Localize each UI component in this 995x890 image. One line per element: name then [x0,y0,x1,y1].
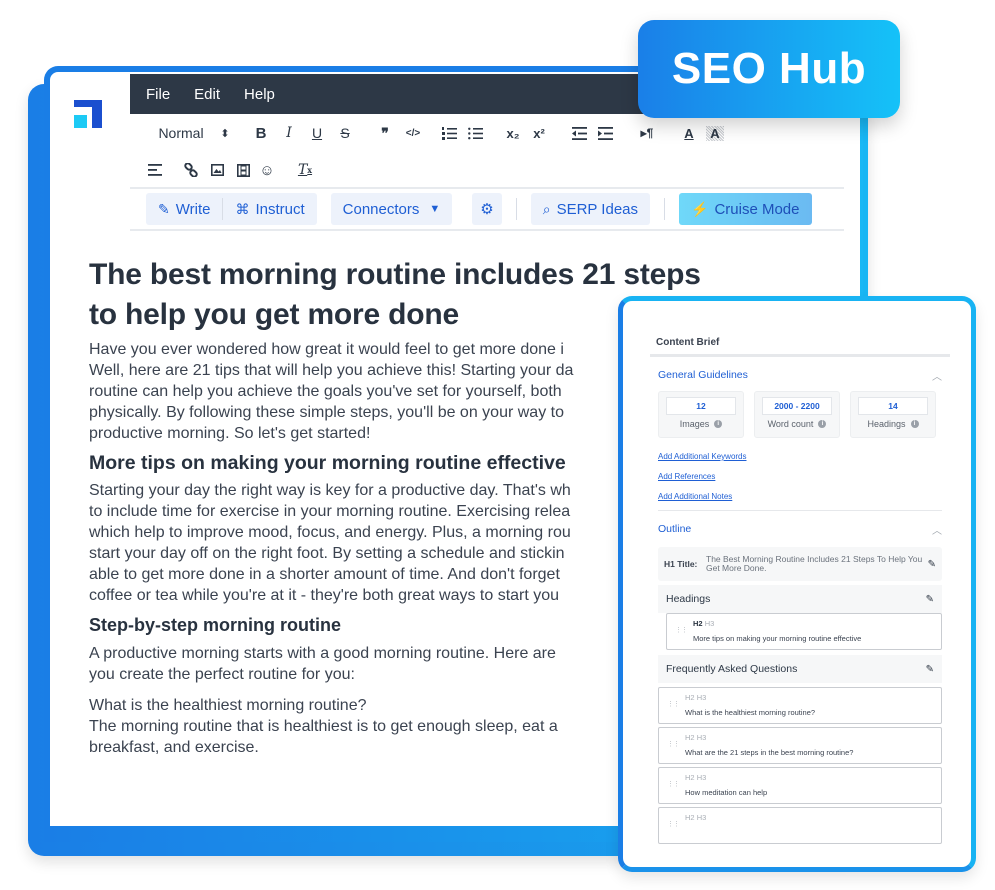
lightning-icon: ⚡ [691,200,709,217]
general-guidelines-toggle[interactable]: General Guidelines ︿ [650,363,950,387]
outdent-icon[interactable] [570,121,588,145]
serp-ideas-button[interactable]: ⌕ SERP Ideas [530,193,651,225]
edit-pencil-icon[interactable]: ✎ [926,594,934,605]
gear-icon: ⚙ [480,201,494,218]
faq-card[interactable]: ⋮⋮ H2 H3 What is the healthiest morning … [658,687,942,724]
content-brief-panel: Content Brief General Guidelines ︿ 12 Im… [618,296,976,872]
drag-handle-icon[interactable]: ⋮⋮ [667,741,680,748]
app-logo [74,100,102,128]
subscript-icon[interactable]: x₂ [504,121,522,145]
info-icon[interactable]: i [910,420,919,428]
font-color-icon[interactable]: A [680,121,698,145]
drag-handle-icon[interactable]: ⋮⋮ [667,701,680,708]
write-instruct-group: ✎ Write ⌘ Instruct [146,193,317,225]
settings-button[interactable]: ⚙ [472,193,502,225]
clear-format-icon[interactable]: Tx [296,158,314,182]
guideline-stats: 12 Images i 2000 - 2200 Word count i 14 He… [650,387,950,438]
outline-toggle[interactable]: Outline ︿ [650,517,950,541]
format-toolbar-row-2: ☺ Tx [146,156,314,184]
faq-header: Frequently Asked Questions ✎ [658,655,942,683]
toolbar-divider [130,187,844,189]
menu-help[interactable]: Help [244,86,275,103]
align-icon[interactable] [146,158,164,182]
intro-paragraph: Have you ever wondered how great it woul… [89,341,574,442]
content-brief-title: Content Brief [656,337,720,348]
add-keywords-link[interactable]: Add Additional Keywords [658,450,942,470]
italic-icon[interactable]: I [280,121,298,145]
faq-card[interactable]: ⋮⋮ H2 H3 What are the 21 steps in the be… [658,727,942,764]
connectors-dropdown[interactable]: Connectors ▼ [330,193,453,225]
menu-file[interactable]: File [146,86,170,103]
chevron-up-icon: ︿ [932,525,942,537]
info-icon[interactable]: i [714,420,723,428]
stat-headings: 14 Headings i [850,391,936,438]
add-references-link[interactable]: Add References [658,470,942,490]
document-title: The best morning routine includes 21 ste… [89,258,701,331]
faq-card[interactable]: ⋮⋮ H2 H3 How meditation can help [658,767,942,804]
format-toolbar-row-1: Normal ⬍ B I U S ❞ </> x₂ x² ▸¶ A A [146,119,724,147]
edit-pencil-icon[interactable]: ✎ [928,559,936,570]
strikethrough-icon[interactable]: S [336,121,354,145]
stat-word-count: 2000 - 2200 Word count i [754,391,840,438]
headings-header: Headings ✎ [658,585,942,613]
edit-pencil-icon[interactable]: ✎ [926,664,934,675]
superscript-icon[interactable]: x² [530,121,548,145]
add-notes-link[interactable]: Add Additional Notes [658,490,942,510]
command-icon: ⌘ [235,200,250,217]
drag-handle-icon[interactable]: ⋮⋮ [667,821,680,828]
blockquote-icon[interactable]: ❞ [376,121,394,145]
stat-images: 12 Images i [658,391,744,438]
menu-edit[interactable]: Edit [194,86,220,103]
seo-hub-badge: SEO Hub [638,20,900,118]
bold-icon[interactable]: B [252,121,270,145]
bullet-list-icon[interactable] [466,121,484,145]
guideline-links: Add Additional Keywords Add References A… [650,438,950,510]
emoji-icon[interactable]: ☺ [258,158,276,182]
pencil-icon: ✎ [158,200,170,217]
section-heading-steps: Step-by-step morning routine [89,615,341,635]
underline-icon[interactable]: U [308,121,326,145]
tips-paragraph: Starting your day the right way is key f… [89,482,571,604]
code-icon[interactable]: </> [404,121,422,145]
video-icon[interactable] [234,158,252,182]
text-style-select[interactable]: Normal [146,121,216,145]
ai-action-bar: ✎ Write ⌘ Instruct Connectors ▼ ⚙ ⌕ SERP… [146,193,812,225]
ordered-list-icon[interactable] [440,121,458,145]
connector-line [863,118,868,300]
faq-card-empty[interactable]: ⋮⋮ H2 H3 [658,807,942,844]
image-icon[interactable] [208,158,226,182]
heading-card[interactable]: ⋮⋮ H2 H3 More tips on making your mornin… [666,613,942,650]
steps-paragraph: A productive morning starts with a good … [89,645,556,683]
search-check-icon: ⌕ [542,200,551,217]
faq-paragraph: What is the healthiest morning routine? … [89,697,558,756]
chevron-up-icon: ︿ [932,371,942,383]
h1-title-row: H1 Title: The Best Morning Routine Inclu… [658,547,942,581]
ai-bar-divider [130,229,844,231]
caret-down-icon: ▼ [429,203,441,215]
text-direction-icon[interactable]: ▸¶ [638,121,656,145]
background-color-icon[interactable]: A [706,125,724,141]
section-heading-tips: More tips on making your morning routine… [89,452,566,474]
link-icon[interactable] [182,158,200,182]
drag-handle-icon[interactable]: ⋮⋮ [667,781,680,788]
instruct-button[interactable]: ⌘ Instruct [223,193,316,225]
drag-handle-icon[interactable]: ⋮⋮ [675,627,688,634]
info-icon[interactable]: i [818,420,827,428]
select-arrows-icon[interactable]: ⬍ [216,121,234,145]
cruise-mode-button[interactable]: ⚡ Cruise Mode [679,193,812,225]
indent-icon[interactable] [596,121,614,145]
document-body[interactable]: The best morning routine includes 21 ste… [89,255,709,758]
write-button[interactable]: ✎ Write [146,193,222,225]
